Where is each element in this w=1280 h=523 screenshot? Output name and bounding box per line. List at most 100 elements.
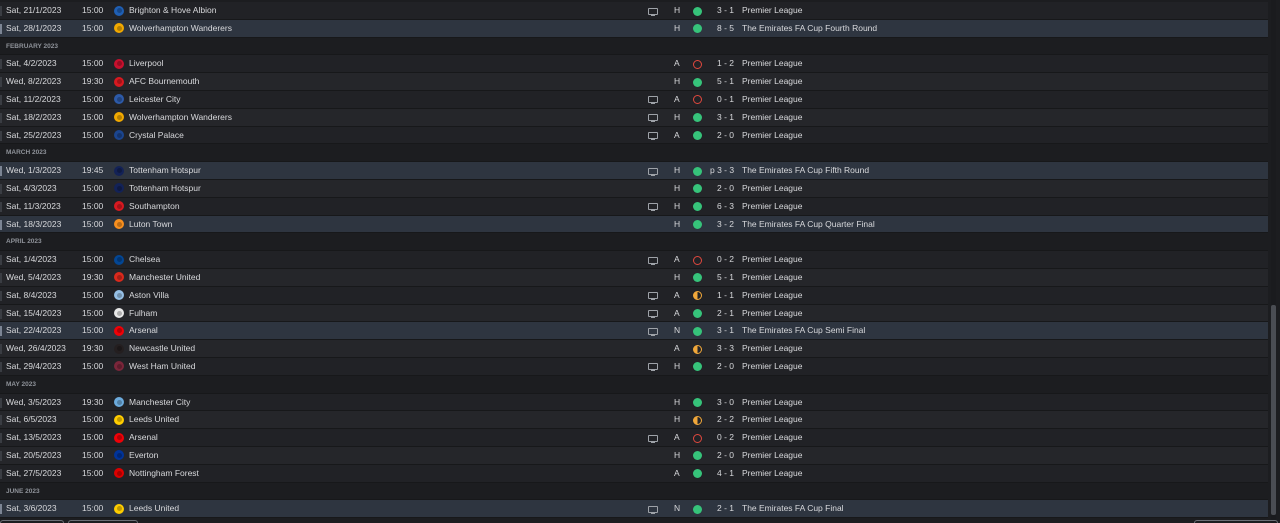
fixture-row[interactable]: Sat, 20/5/2023 15:00 Everton H 2 - 0 Premier … xyxy=(0,446,1268,465)
opponent-name[interactable]: Crystal Palace xyxy=(129,127,184,145)
competition[interactable]: Premier League xyxy=(742,394,802,412)
opponent-name[interactable]: Tottenham Hotspur xyxy=(129,162,201,180)
opponent-name[interactable]: Wolverhampton Wanderers xyxy=(129,109,232,127)
competition[interactable]: The Emirates FA Cup Quarter Final xyxy=(742,216,875,234)
fixture-row[interactable]: Sat, 3/6/2023 15:00 Leeds United N 2 - 1 The … xyxy=(0,500,1268,519)
opponent-name[interactable]: Leicester City xyxy=(129,91,181,109)
score[interactable]: 0 - 1 xyxy=(710,91,734,109)
opponent-name[interactable]: Newcastle United xyxy=(129,340,195,358)
score[interactable]: 3 - 1 xyxy=(710,2,734,20)
score[interactable]: 2 - 0 xyxy=(710,127,734,145)
score[interactable]: 1 - 2 xyxy=(710,55,734,73)
scrollbar-thumb[interactable] xyxy=(1271,305,1276,515)
score[interactable]: 2 - 0 xyxy=(710,180,734,198)
score[interactable]: 2 - 2 xyxy=(710,411,734,429)
opponent-name[interactable]: Everton xyxy=(129,447,158,465)
score[interactable]: 2 - 1 xyxy=(710,305,734,323)
competition[interactable]: Premier League xyxy=(742,180,802,198)
score[interactable]: p 3 - 3 xyxy=(710,162,734,180)
fixture-row[interactable]: Wed, 1/3/2023 19:45 Tottenham Hotspur Hp 3 … xyxy=(0,162,1268,180)
fixture-row[interactable]: Sat, 18/2/2023 15:00 Wolverhampton Wandere… xyxy=(0,108,1268,127)
score[interactable]: 2 - 1 xyxy=(710,500,734,518)
competition[interactable]: The Emirates FA Cup Fifth Round xyxy=(742,162,869,180)
fixture-row[interactable]: Sat, 29/4/2023 15:00 West Ham United H 2 - 0… xyxy=(0,357,1268,376)
competition[interactable]: The Emirates FA Cup Semi Final xyxy=(742,322,865,340)
score[interactable]: 8 - 5 xyxy=(710,20,734,38)
competition[interactable]: Premier League xyxy=(742,73,802,91)
fixture-row[interactable]: Sat, 22/4/2023 15:00 Arsenal N 3 - 1 The Emir… xyxy=(0,322,1268,341)
fixture-row[interactable]: Wed, 5/4/2023 19:30 Manchester United H 5 - … xyxy=(0,268,1268,287)
score[interactable]: 3 - 1 xyxy=(710,322,734,340)
scrollbar[interactable] xyxy=(1271,0,1276,523)
opponent-name[interactable]: Liverpool xyxy=(129,55,164,73)
competition[interactable]: Premier League xyxy=(742,55,802,73)
score[interactable]: 3 - 1 xyxy=(710,109,734,127)
score[interactable]: 2 - 0 xyxy=(710,447,734,465)
opponent-name[interactable]: Tottenham Hotspur xyxy=(129,180,201,198)
fixture-row[interactable]: Wed, 8/2/2023 19:30 AFC Bournemouth H 5 - 1 P… xyxy=(0,73,1268,91)
opponent-name[interactable]: AFC Bournemouth xyxy=(129,73,199,91)
opponent-name[interactable]: West Ham United xyxy=(129,358,195,376)
fixture-row[interactable]: Wed, 26/4/2023 19:30 Newcastle United A 3 - … xyxy=(0,340,1268,358)
fixture-row[interactable]: Sat, 4/3/2023 15:00 Tottenham Hotspur H 2 - … xyxy=(0,179,1268,198)
competition[interactable]: Premier League xyxy=(742,127,802,145)
opponent-name[interactable]: Brighton & Hove Albion xyxy=(129,2,216,20)
competition[interactable]: The Emirates FA Cup Fourth Round xyxy=(742,20,877,38)
opponent-name[interactable]: Southampton xyxy=(129,198,180,216)
score[interactable]: 3 - 2 xyxy=(710,216,734,234)
opponent-name[interactable]: Aston Villa xyxy=(129,287,169,305)
opponent-name[interactable]: Arsenal xyxy=(129,429,158,447)
fixture-row[interactable]: Sat, 27/5/2023 15:00 Nottingham Forest A 4 -… xyxy=(0,464,1268,483)
opponent-name[interactable]: Chelsea xyxy=(129,251,160,269)
score[interactable]: 4 - 1 xyxy=(710,465,734,483)
fixture-row[interactable]: Sat, 11/3/2023 15:00 Southampton H 6 - 3 Prem… xyxy=(0,197,1268,216)
competition[interactable]: Premier League xyxy=(742,358,802,376)
fixture-row[interactable]: Sat, 25/2/2023 15:00 Crystal Palace A 2 - 0 P… xyxy=(0,126,1268,145)
score[interactable]: 6 - 3 xyxy=(710,198,734,216)
competition[interactable]: Premier League xyxy=(742,91,802,109)
fixture-row[interactable]: Sat, 28/1/2023 15:00 Wolverhampton Wandere… xyxy=(0,19,1268,38)
score[interactable]: 0 - 2 xyxy=(710,251,734,269)
opponent-name[interactable]: Leeds United xyxy=(129,500,179,518)
competition[interactable]: Premier League xyxy=(742,251,802,269)
competition[interactable]: Premier League xyxy=(742,109,802,127)
fixture-row[interactable]: Sat, 21/1/2023 15:00 Brighton & Hove Albio… xyxy=(0,2,1268,20)
fixture-row[interactable]: Sat, 4/2/2023 15:00 Liverpool A 1 - 2 Premier… xyxy=(0,55,1268,74)
fixture-row[interactable]: Sat, 8/4/2023 15:00 Aston Villa A 1 - 1 Premi… xyxy=(0,286,1268,305)
competition[interactable]: Premier League xyxy=(742,269,802,287)
score[interactable]: 5 - 1 xyxy=(710,269,734,287)
competition[interactable]: Premier League xyxy=(742,411,802,429)
opponent-name[interactable]: Fulham xyxy=(129,305,157,323)
score[interactable]: 1 - 1 xyxy=(710,287,734,305)
opponent-name[interactable]: Wolverhampton Wanderers xyxy=(129,20,232,38)
fixture-row[interactable]: Sat, 13/5/2023 15:00 Arsenal A 0 - 2 Premier … xyxy=(0,429,1268,447)
opponent-name[interactable]: Leeds United xyxy=(129,411,179,429)
opponent-name[interactable]: Manchester City xyxy=(129,394,190,412)
opponent-name[interactable]: Luton Town xyxy=(129,216,172,234)
opponent-name[interactable]: Manchester United xyxy=(129,269,200,287)
competition[interactable]: Premier League xyxy=(742,340,802,358)
fixture-row[interactable]: Sat, 1/4/2023 15:00 Chelsea A 0 - 2 Premier L… xyxy=(0,251,1268,269)
fixture-row[interactable]: Sat, 11/2/2023 15:00 Leicester City A 0 - 1 P… xyxy=(0,90,1268,109)
competition[interactable]: Premier League xyxy=(742,429,802,447)
score[interactable]: 2 - 0 xyxy=(710,358,734,376)
competition[interactable]: Premier League xyxy=(742,2,802,20)
score[interactable]: 0 - 2 xyxy=(710,429,734,447)
competition[interactable]: The Emirates FA Cup Final xyxy=(742,500,844,518)
opponent-name[interactable]: Arsenal xyxy=(129,322,158,340)
fixture-row[interactable]: Wed, 3/5/2023 19:30 Manchester City H 3 - 0 P… xyxy=(0,393,1268,412)
fixture-row[interactable]: Sat, 15/4/2023 15:00 Fulham A 2 - 1 Premier L… xyxy=(0,304,1268,323)
competition[interactable]: Premier League xyxy=(742,305,802,323)
fixture-row[interactable]: Sat, 18/3/2023 15:00 Luton Town H 3 - 2 The E… xyxy=(0,215,1268,234)
score[interactable]: 5 - 1 xyxy=(710,73,734,91)
fixture-date: Sat, 11/3/2023 xyxy=(6,200,61,211)
fixture-row[interactable]: Sat, 6/5/2023 15:00 Leeds United H 2 - 2 Prem… xyxy=(0,411,1268,430)
competition[interactable]: Premier League xyxy=(742,287,802,305)
opponent-name[interactable]: Nottingham Forest xyxy=(129,465,199,483)
score[interactable]: 3 - 3 xyxy=(710,340,734,358)
competition[interactable]: Premier League xyxy=(742,198,802,216)
competition[interactable]: Premier League xyxy=(742,465,802,483)
score[interactable]: 3 - 0 xyxy=(710,394,734,412)
competition[interactable]: Premier League xyxy=(742,447,802,465)
result-win-icon xyxy=(693,326,702,336)
